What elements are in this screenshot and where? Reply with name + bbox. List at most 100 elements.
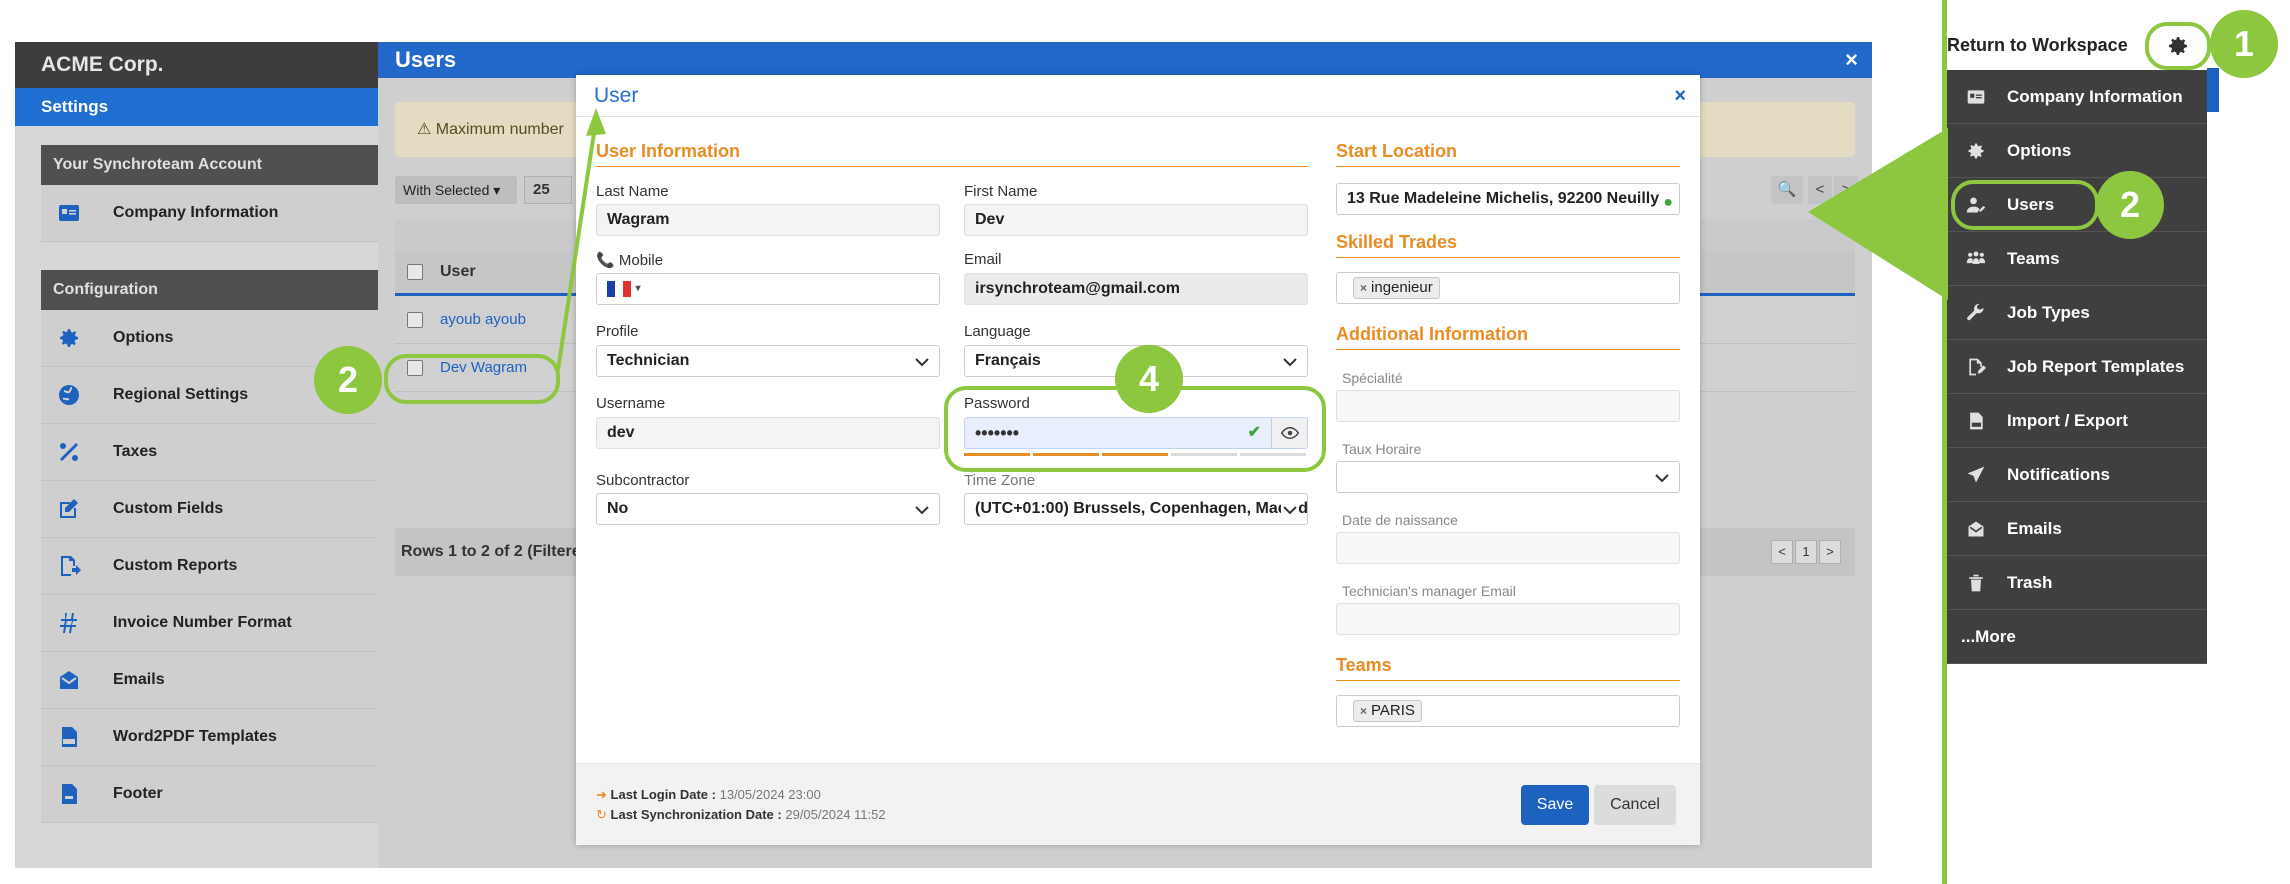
csv-icon (1965, 410, 1987, 432)
login-icon: ➜ (596, 787, 607, 802)
menu-item-teams[interactable]: Teams (1947, 232, 2207, 286)
gear-icon (55, 325, 83, 351)
next-page-button[interactable]: > (1834, 176, 1858, 204)
sidebar-item-label: Company Information (113, 204, 279, 221)
menu-item-emails[interactable]: Emails (1947, 502, 2207, 556)
report-icon (55, 553, 83, 579)
with-selected-dropdown[interactable]: With Selected ▾ (395, 176, 517, 204)
edit-icon (55, 496, 83, 522)
callout-ring-users (1951, 180, 2099, 230)
menu-item-label: ...More (1961, 626, 2016, 646)
france-flag-icon[interactable] (607, 281, 631, 297)
pager-next[interactable]: > (1819, 540, 1841, 564)
sidebar-item-emails[interactable]: Emails (41, 652, 378, 709)
manager-email-field[interactable] (1336, 603, 1680, 635)
subcontractor-select[interactable]: No (596, 493, 940, 525)
start-location-value: 13 Rue Madeleine Michelis, 92200 Neuilly (1347, 190, 1660, 207)
sidebar-item-footer[interactable]: Footer (41, 766, 378, 823)
menu-item-more[interactable]: ...More (1947, 610, 2207, 664)
manager-email-label: Technician's manager Email (1342, 583, 1516, 599)
first-name-field[interactable]: Dev (964, 204, 1308, 236)
mobile-field[interactable]: ▾ (596, 273, 940, 305)
sidebar-item-invoice-number-format[interactable]: Invoice Number Format (41, 595, 378, 652)
sidebar-item-label: Options (113, 329, 174, 346)
team-tag[interactable]: × PARIS (1353, 700, 1422, 722)
users-title-bar: Users × (378, 42, 1872, 78)
team-icon (1965, 248, 1987, 270)
taux-horaire-select[interactable] (1336, 461, 1680, 493)
menu-item-label: Emails (2007, 518, 2062, 538)
date-naissance-field[interactable] (1336, 532, 1680, 564)
sidebar-item-taxes[interactable]: Taxes (41, 424, 378, 481)
skilled-trades-field[interactable]: × ingenieur (1336, 272, 1680, 304)
menu-item-notifications[interactable]: Notifications (1947, 448, 2207, 502)
sidebar-item-label: Word2PDF Templates (113, 728, 277, 745)
last-sync-info: ↻ Last Synchronization Date : 29/05/2024… (596, 807, 886, 823)
workspace-settings-menu: Return to Workspace Company Information … (1947, 20, 2207, 664)
prev-page-button[interactable]: < (1808, 176, 1832, 204)
gear-icon (1965, 140, 1987, 162)
id-card-icon (55, 200, 83, 226)
modal-title: User (594, 84, 639, 107)
sidebar-item-company-information[interactable]: Company Information (41, 185, 378, 242)
timezone-select[interactable]: (UTC+01:00) Brussels, Copenhagen, Madrid (964, 493, 1308, 525)
pagination: < 1 > (1771, 540, 1841, 564)
skilled-trades-title: Skilled Trades (1336, 232, 1680, 258)
menu-item-job-types[interactable]: Job Types (1947, 286, 2207, 340)
wrench-icon (1965, 302, 1987, 324)
last-login-label: Last Login Date : (610, 787, 716, 802)
specialite-field[interactable] (1336, 390, 1680, 422)
return-to-workspace-label: Return to Workspace (1947, 35, 2128, 55)
footer-icon (55, 781, 83, 807)
close-icon[interactable]: × (1845, 42, 1858, 78)
username-field[interactable]: dev (596, 417, 940, 449)
first-name-label: First Name (964, 183, 1038, 200)
map-pin-icon[interactable]: ● (1663, 188, 1673, 214)
mobile-label-text: Mobile (618, 252, 664, 269)
menu-item-label: Job Types (2007, 302, 2090, 322)
callout-ring-user-row (384, 354, 560, 404)
menu-item-import-export[interactable]: Import / Export (1947, 394, 2207, 448)
column-header-user[interactable]: User (440, 263, 476, 281)
cancel-button[interactable]: Cancel (1594, 785, 1676, 825)
teams-field[interactable]: × PARIS (1336, 695, 1680, 727)
settings-header[interactable]: Settings (15, 88, 378, 126)
remove-tag-icon[interactable]: × (1360, 704, 1367, 718)
date-naissance-label: Date de naissance (1342, 512, 1458, 528)
menu-item-label: Teams (2007, 248, 2060, 268)
save-button[interactable]: Save (1521, 785, 1589, 825)
sidebar-item-label: Taxes (113, 443, 158, 460)
start-location-field[interactable]: 13 Rue Madeleine Michelis, 92200 Neuilly… (1336, 183, 1680, 215)
menu-item-trash[interactable]: Trash (1947, 556, 2207, 610)
skilled-trade-tag[interactable]: × ingenieur (1353, 277, 1440, 299)
sidebar-item-label: Custom Fields (113, 500, 224, 517)
menu-item-company-information[interactable]: Company Information (1947, 70, 2207, 124)
percent-icon (55, 439, 83, 465)
remove-tag-icon[interactable]: × (1360, 281, 1367, 295)
chevron-down-icon (1653, 468, 1671, 486)
sidebar-item-label: Emails (113, 671, 165, 688)
sidebar-item-word2pdf-templates[interactable]: Word2PDF Templates (41, 709, 378, 766)
profile-select[interactable]: Technician (596, 345, 940, 377)
pager-prev[interactable]: < (1771, 540, 1793, 564)
close-icon[interactable]: × (1674, 75, 1686, 117)
menu-item-options[interactable]: Options (1947, 124, 2207, 178)
page-size-select[interactable]: 25 (524, 176, 572, 204)
select-all-checkbox[interactable] (407, 264, 423, 280)
pager-page[interactable]: 1 (1795, 540, 1817, 564)
teams-title: Teams (1336, 655, 1680, 681)
row-checkbox[interactable] (407, 311, 423, 328)
menu-item-job-report-templates[interactable]: Job Report Templates (1947, 340, 2207, 394)
user-link[interactable]: ayoub ayoub (440, 311, 526, 328)
last-name-field[interactable]: Wagram (596, 204, 940, 236)
chevron-down-icon (913, 352, 931, 370)
search-icon[interactable]: 🔍 (1771, 176, 1803, 204)
email-field[interactable]: irsynchroteam@gmail.com (964, 273, 1308, 305)
sidebar-item-custom-reports[interactable]: Custom Reports (41, 538, 378, 595)
chevron-down-icon (1281, 500, 1299, 518)
account-section: Your Synchroteam Account Company Informa… (41, 145, 378, 242)
sidebar-item-custom-fields[interactable]: Custom Fields (41, 481, 378, 538)
tag-label: ingenieur (1371, 279, 1433, 296)
additional-information-title: Additional Information (1336, 324, 1680, 350)
phone-icon: 📞 (596, 252, 615, 269)
